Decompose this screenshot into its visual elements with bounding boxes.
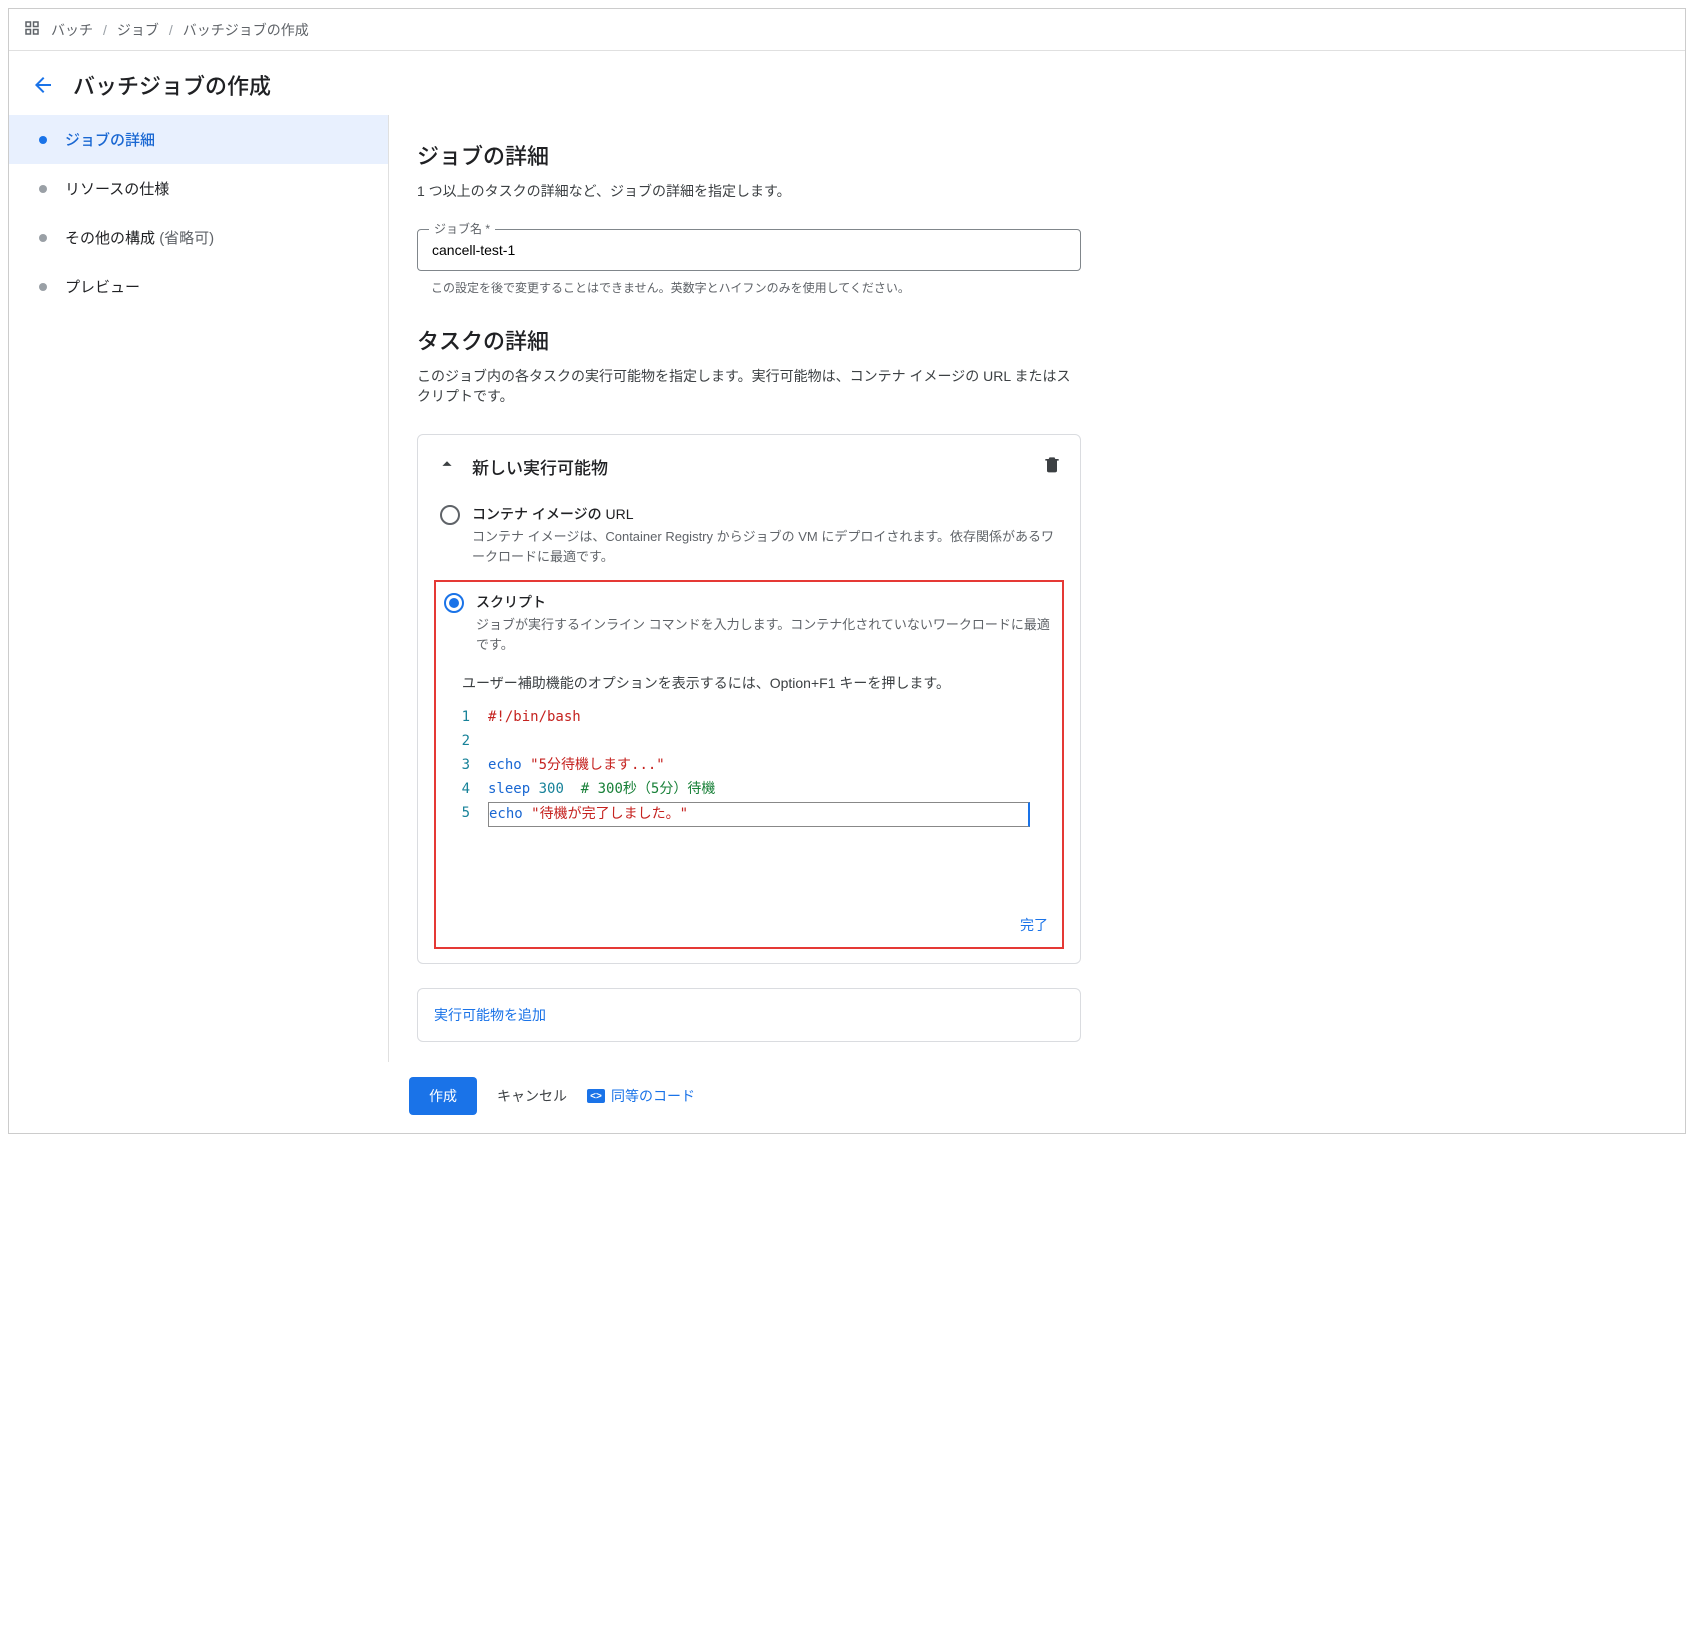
code-line: sleep 300 # 300秒（5分）待機 — [488, 778, 715, 802]
task-details-heading: タスクの詳細 — [417, 324, 1081, 356]
back-arrow-icon[interactable] — [31, 73, 55, 97]
equivalent-code-button[interactable]: <> 同等のコード — [587, 1086, 695, 1106]
add-runnable-link: 実行可能物を追加 — [434, 1007, 546, 1023]
job-name-helper: この設定を後で変更することはできません。英数字とハイフンのみを使用してください。 — [417, 279, 1081, 296]
sidebar: ジョブの詳細 リソースの仕様 その他の構成 (省略可) プレビュー — [9, 115, 389, 1062]
breadcrumb-separator: / — [169, 22, 173, 38]
batch-icon — [23, 19, 41, 40]
job-name-field-wrap: ジョブ名 * — [417, 229, 1081, 271]
sidebar-item-label: プレビュー — [65, 276, 140, 297]
radio-label: コンテナ イメージの URL — [472, 504, 1058, 524]
script-editor[interactable]: 1#!/bin/bash 2 3echo "5分待機します..." 4sleep… — [436, 702, 1062, 835]
runnable-title: 新しい実行可能物 — [472, 454, 1028, 479]
sidebar-item-job-details[interactable]: ジョブの詳細 — [9, 115, 388, 164]
radio-unchecked-icon — [440, 505, 460, 525]
code-line: echo "5分待機します..." — [488, 754, 665, 778]
cancel-button[interactable]: キャンセル — [497, 1086, 567, 1106]
script-highlight-box: スクリプト ジョブが実行するインライン コマンドを入力します。コンテナ化されてい… — [434, 580, 1064, 949]
page-title: バッチジョブの作成 — [73, 69, 271, 101]
job-name-label: ジョブ名 * — [429, 220, 495, 237]
job-name-input[interactable] — [417, 229, 1081, 271]
breadcrumb-item[interactable]: バッチジョブの作成 — [183, 20, 309, 40]
sidebar-item-preview[interactable]: プレビュー — [9, 262, 388, 311]
trash-icon[interactable] — [1042, 454, 1062, 479]
radio-description: ジョブが実行するインライン コマンドを入力します。コンテナ化されていないワークロ… — [476, 615, 1054, 654]
step-dot-icon — [39, 283, 47, 291]
equivalent-code-label: 同等のコード — [611, 1086, 695, 1106]
chevron-up-icon[interactable] — [436, 453, 458, 480]
runnable-card: 新しい実行可能物 コンテナ イメージの URL コンテナ イメージは、Conta… — [417, 434, 1081, 964]
create-button[interactable]: 作成 — [409, 1077, 477, 1115]
step-dot-icon — [39, 234, 47, 242]
job-details-heading: ジョブの詳細 — [417, 139, 1081, 171]
done-button[interactable]: 完了 — [1020, 915, 1048, 935]
step-dot-icon — [39, 185, 47, 193]
sidebar-item-label: リソースの仕様 — [65, 178, 169, 199]
accessibility-hint: ユーザー補助機能のオプションを表示するには、Option+F1 キーを押します。 — [436, 668, 1062, 702]
radio-checked-icon — [444, 593, 464, 613]
main-content: ジョブの詳細 1 つ以上のタスクの詳細など、ジョブの詳細を指定します。 ジョブ名… — [389, 115, 1109, 1062]
breadcrumb-item[interactable]: バッチ — [51, 20, 93, 40]
breadcrumb: バッチ / ジョブ / バッチジョブの作成 — [9, 9, 1685, 51]
add-runnable-card[interactable]: 実行可能物を追加 — [417, 988, 1081, 1042]
code-line: #!/bin/bash — [488, 706, 581, 730]
breadcrumb-item[interactable]: ジョブ — [117, 20, 159, 40]
code-line: echo "待機が完了しました。" — [488, 802, 1030, 828]
sidebar-item-label: その他の構成 — [65, 230, 155, 247]
code-icon: <> — [587, 1089, 605, 1103]
radio-description: コンテナ イメージは、Container Registry からジョブの VM … — [472, 527, 1058, 566]
step-dot-icon — [39, 136, 47, 144]
sidebar-item-resource-spec[interactable]: リソースの仕様 — [9, 164, 388, 213]
task-details-subtext: このジョブ内の各タスクの実行可能物を指定します。実行可能物は、コンテナ イメージ… — [417, 366, 1081, 406]
breadcrumb-separator: / — [103, 22, 107, 38]
page-header: バッチジョブの作成 — [9, 51, 1685, 115]
radio-container-image[interactable]: コンテナ イメージの URL コンテナ イメージは、Container Regi… — [436, 498, 1062, 580]
job-details-subtext: 1 つ以上のタスクの詳細など、ジョブの詳細を指定します。 — [417, 181, 1081, 201]
radio-label: スクリプト — [476, 592, 1054, 612]
sidebar-item-label: ジョブの詳細 — [65, 129, 155, 150]
footer-actions: 作成 キャンセル <> 同等のコード — [9, 1062, 1685, 1133]
sidebar-item-other-config[interactable]: その他の構成 (省略可) — [9, 213, 388, 262]
sidebar-item-optional: (省略可) — [159, 230, 214, 247]
radio-script[interactable]: スクリプト ジョブが実行するインライン コマンドを入力します。コンテナ化されてい… — [436, 582, 1062, 668]
